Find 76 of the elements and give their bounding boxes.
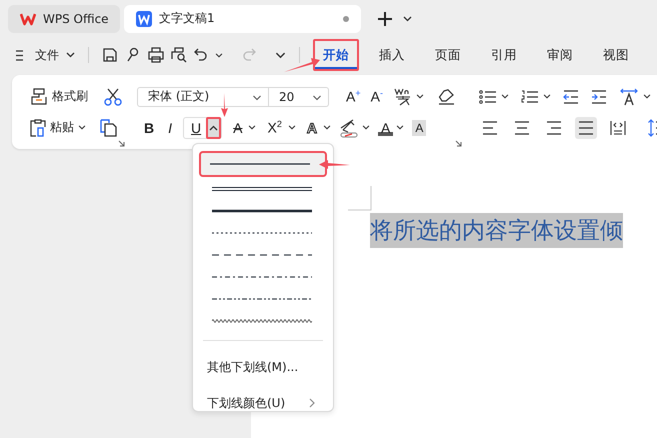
document-tab[interactable]: 文字文稿1 [124, 4, 361, 32]
caret-icon[interactable] [66, 52, 75, 58]
ribbon-tab[interactable]: 引用 [481, 39, 527, 71]
caret-icon[interactable] [322, 125, 331, 130]
menu-item[interactable]: 其他下划线(M)... [201, 349, 325, 385]
eraser-icon[interactable] [438, 88, 455, 104]
menu-item[interactable]: 下划线颜色(U) [201, 385, 325, 421]
caret-icon[interactable] [542, 94, 551, 99]
caret-icon [209, 124, 218, 130]
caret-button[interactable] [206, 116, 222, 138]
caret-icon[interactable] [396, 125, 404, 130]
caret-icon [252, 94, 262, 100]
pointer-arrow [283, 57, 321, 74]
font-family-dropdown[interactable]: 宋体 (正文) [137, 86, 269, 106]
print-preview-icon[interactable] [171, 47, 187, 63]
effect-button[interactable]: A [304, 120, 320, 136]
tab-label: WPS Office [43, 12, 109, 26]
wps-logo-icon [20, 12, 36, 26]
strike-button[interactable]: A [230, 120, 246, 136]
paste-icon[interactable] [30, 118, 46, 136]
menu-item-label: 下划线颜色(U) [207, 394, 286, 412]
shade-button[interactable]: A [412, 120, 426, 136]
format-painter-label[interactable]: 格式刷 [52, 88, 88, 105]
undo-icon[interactable] [194, 48, 208, 62]
caret-icon[interactable] [248, 125, 256, 130]
decrease-indent-icon[interactable] [562, 90, 579, 104]
writer-doc-icon [136, 10, 152, 26]
caret-icon[interactable] [500, 94, 509, 99]
ribbon-tab[interactable]: 审阅 [537, 39, 583, 71]
submenu-chevron-icon [309, 398, 315, 408]
align-justify-button[interactable] [574, 116, 597, 138]
numbered-list-icon[interactable] [520, 90, 539, 104]
ribbon-tab[interactable]: 插入 [369, 39, 415, 71]
font-size-dropdown[interactable]: 20 [269, 86, 329, 106]
menu-item-label: 其他下划线(M)... [207, 358, 298, 376]
superscript-button[interactable]: X$^{2}$ [264, 119, 285, 136]
unsaved-dot-icon [343, 16, 349, 22]
bold-button[interactable]: B [141, 120, 158, 136]
caret-icon[interactable] [642, 94, 651, 99]
dialog-launcher-icon[interactable] [454, 140, 462, 147]
increase-indent-icon[interactable] [590, 90, 607, 104]
italic-button[interactable]: I [165, 120, 176, 136]
caret-icon[interactable] [78, 125, 86, 130]
caret-icon[interactable] [275, 52, 286, 58]
document-tab[interactable]: WPS Office [8, 4, 120, 32]
selected-document-text: 将所选的内容字体设置倾 [370, 213, 623, 248]
ribbon-tab[interactable]: 页面 [425, 39, 471, 71]
caret-icon[interactable] [403, 16, 412, 22]
menu-icon[interactable] [16, 50, 24, 60]
highlighter-icon[interactable] [338, 118, 359, 138]
file-menu[interactable]: 文件 [35, 46, 59, 64]
underline-button[interactable]: U [188, 120, 204, 136]
ribbon-tab[interactable]: 视图 [593, 39, 639, 71]
save-icon[interactable] [102, 47, 118, 63]
bullet-list-icon[interactable] [478, 90, 497, 104]
caret-icon[interactable] [288, 125, 296, 130]
underline-style-option[interactable] [199, 151, 327, 177]
paste-label[interactable]: 粘贴 [50, 119, 74, 136]
dialog-launcher-icon[interactable] [118, 140, 125, 147]
tab-label: 文字文稿1 [159, 10, 216, 27]
margin-corner-mark [348, 186, 372, 212]
caret-icon [312, 94, 322, 100]
cut-icon[interactable] [104, 88, 122, 106]
shrink-font-button[interactable]: A$^{-}$ [368, 88, 386, 105]
caret-icon[interactable] [362, 125, 370, 130]
text-direction-icon[interactable] [618, 88, 639, 106]
print-icon[interactable] [148, 47, 164, 63]
copy-icon[interactable] [100, 118, 118, 136]
new-tab-plus-icon[interactable] [377, 10, 393, 26]
phonetic-guide-icon[interactable] [394, 87, 412, 106]
format-painter-icon[interactable] [30, 88, 48, 105]
caret-icon[interactable] [215, 52, 223, 58]
color-button[interactable]: A [378, 120, 394, 136]
ribbon-tab[interactable]: 开始 [313, 39, 359, 71]
caret-icon[interactable] [416, 94, 424, 99]
grow-font-button[interactable]: A$^{+}$ [343, 88, 364, 105]
